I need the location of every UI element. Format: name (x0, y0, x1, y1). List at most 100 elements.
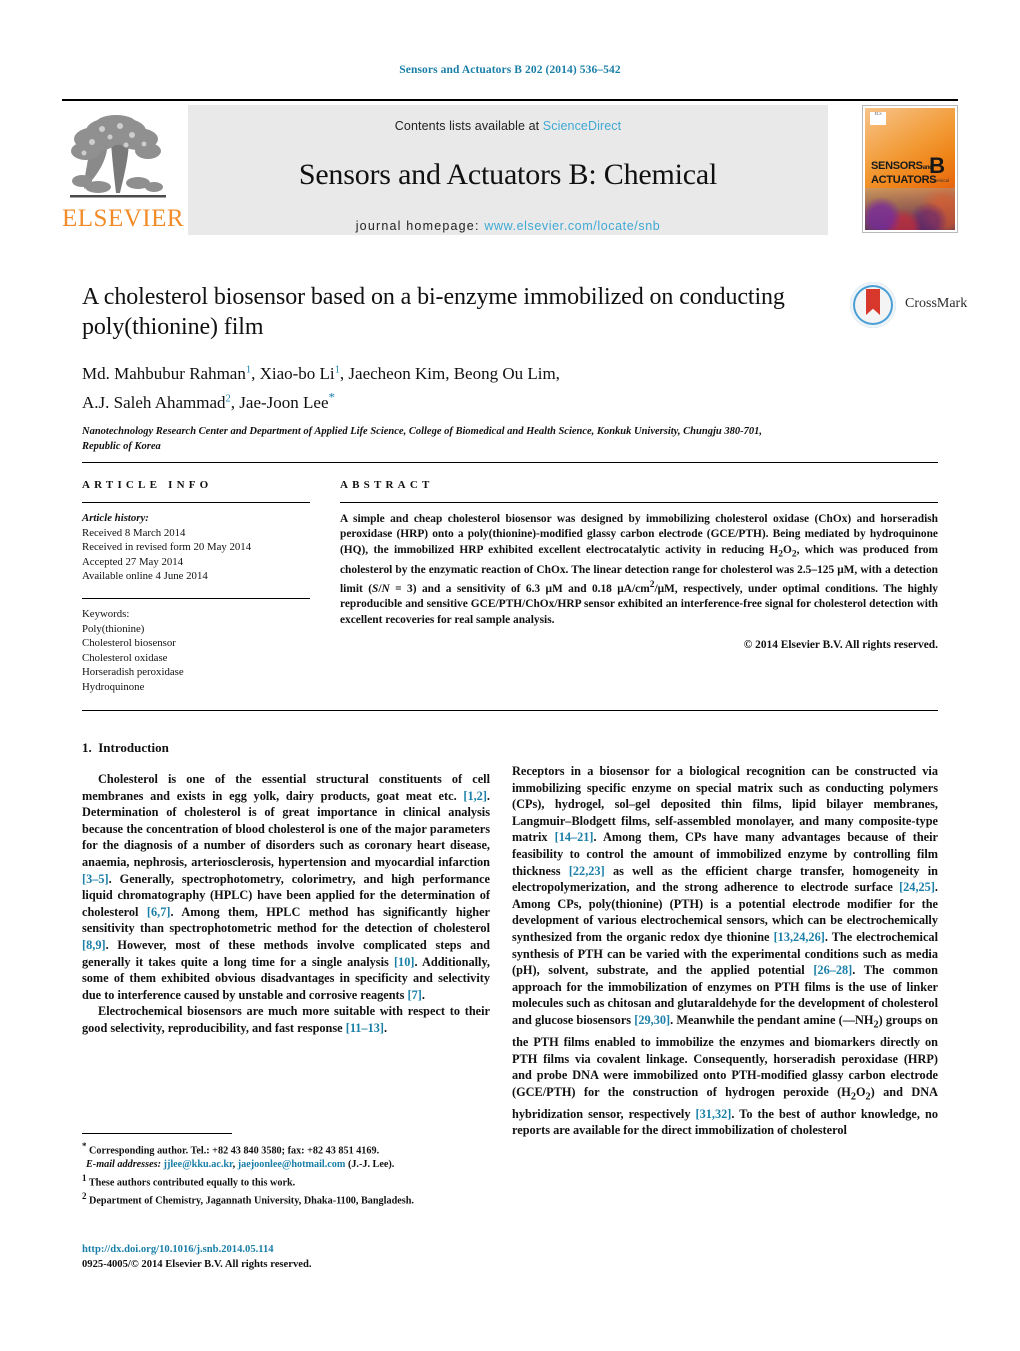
citation-14-21[interactable]: [14–21] (555, 830, 594, 844)
cover-journal-name: SENSORSand ACTUATORS (871, 160, 937, 186)
citation-22-23[interactable]: [22,23] (569, 864, 605, 878)
author-line-2: A.J. Saleh Ahammad2, Jae-Joon Lee* (82, 389, 336, 413)
citation-8-9[interactable]: [8,9] (82, 938, 106, 952)
article-info-heading: ARTICLE INFO (82, 479, 213, 491)
author-line-1: Md. Mahbubur Rahman1, Xiao-bo Li1, Jaech… (82, 364, 560, 383)
article-info-rule (82, 502, 310, 503)
keyword-4: Hydroquinone (82, 680, 145, 693)
author-name-ahammad: A.J. Saleh Ahammad (82, 393, 226, 413)
footnote-mark-star: * (82, 1141, 87, 1151)
author-rest-1: , Jaecheon Kim, Beong Ou Lim, (339, 363, 560, 383)
keywords-rule (82, 597, 310, 599)
section-title-text: Introduction (98, 740, 169, 755)
issn-copyright: 0925-4005/© 2014 Elsevier B.V. All right… (82, 1258, 312, 1270)
page-title: A cholesterol biosensor based on a bi-en… (82, 284, 785, 340)
email-link-2[interactable]: jaejoonlee@hotmail.com (238, 1159, 346, 1170)
citation-7[interactable]: [7] (408, 988, 422, 1002)
keyword-1: Cholesterol biosensor (82, 637, 176, 650)
contents-prefix: Contents lists available at (394, 119, 543, 133)
journal-article-page: Sensors and Actuators B 202 (2014) 536–5… (0, 0, 1020, 1351)
running-head: Sensors and Actuators B 202 (2014) 536–5… (399, 64, 621, 76)
cover-line2: ACTUATORS (871, 174, 937, 186)
email-link-1[interactable]: jjlee@kku.ac.kr (164, 1159, 233, 1170)
author-name-lee: , Jae-Joon Lee (230, 393, 329, 413)
article-info-column: ARTICLE INFO Article history: Received 8… (82, 479, 310, 695)
footnote-1-text: These authors contributed equally to thi… (88, 1176, 296, 1188)
crossmark-icon-inner (855, 287, 891, 323)
article-history-label: Article history: (82, 512, 149, 524)
doi-block: http://dx.doi.org/10.1016/j.snb.2014.05.… (82, 1243, 502, 1272)
citation-26-28[interactable]: [26–28] (813, 963, 852, 977)
citation-24-25[interactable]: [24,25] (899, 880, 935, 894)
footnote-emails: E-mail addresses: jjlee@kku.ac.kr, jaejo… (86, 1158, 395, 1170)
history-item-3: Available online 4 June 2014 (82, 570, 208, 583)
journal-cover-thumbnail: ELS SENSORSand ACTUATORS B Chemical (862, 105, 958, 233)
footnotes-block: * Corresponding author. Tel.: +82 43 840… (82, 1140, 492, 1208)
abstract-column: ABSTRACT A simple and cheap cholesterol … (340, 479, 938, 651)
abstract-heading: ABSTRACT (340, 479, 434, 491)
footnote-mark-2: 2 (82, 1190, 87, 1201)
keyword-3: Horseradish peroxidase (82, 666, 184, 679)
cover-artwork: ELS SENSORSand ACTUATORS B Chemical (865, 108, 955, 230)
email-addresses-label: E-mail addresses: (86, 1158, 161, 1170)
elsevier-logo: ELSEVIER (62, 109, 185, 233)
abstract-copyright: © 2014 Elsevier B.V. All rights reserved… (743, 638, 938, 651)
keywords-label: Keywords: (82, 607, 130, 620)
sciencedirect-link[interactable]: ScienceDirect (543, 119, 621, 133)
homepage-prefix: journal homepage: (355, 219, 485, 233)
footnote-corresponding-text: Corresponding author. Tel.: +82 43 840 3… (89, 1145, 380, 1157)
history-item-1: Received in revised form 20 May 2014 (82, 541, 252, 554)
homepage-url-link[interactable]: www.elsevier.com/locate/snb (484, 219, 660, 233)
author-sep-1: , Xiao-bo Li (251, 363, 335, 383)
journal-homepage-line: journal homepage: www.elsevier.com/locat… (188, 219, 828, 233)
cover-elsevier-badge-icon: ELS (870, 112, 886, 125)
corresponding-author-asterisk: * (328, 389, 336, 405)
citation-3-5[interactable]: [3–5] (82, 872, 109, 886)
citation-13-24-26[interactable]: [13,24,26] (774, 930, 825, 944)
intro-paragraph-3: Receptors in a biosensor for a biologica… (512, 764, 939, 1138)
abstract-rule (340, 502, 938, 503)
cover-volume-letter: B (929, 153, 945, 178)
footnote-corresponding: * Corresponding author. Tel.: +82 43 840… (82, 1140, 492, 1158)
intro-paragraph-1: Cholesterol is one of the essential stru… (82, 772, 490, 1002)
citation-10[interactable]: [10] (394, 955, 415, 969)
journal-title: Sensors and Actuators B: Chemical (298, 158, 718, 191)
citation-6-7[interactable]: [6,7] (147, 905, 171, 919)
body-column-left: 1. Introduction Cholesterol is one of th… (82, 740, 490, 1037)
crossmark-label: CrossMark (905, 296, 968, 311)
email-suffix: (J.-J. Lee). (347, 1158, 395, 1170)
crossmark-ribbon-icon (866, 289, 880, 315)
citation-1-2[interactable]: [1,2] (463, 789, 487, 803)
cover-volume-sub: Chemical (930, 178, 949, 183)
affiliation: Nanotechnology Research Center and Depar… (82, 426, 762, 452)
keywords-block: Keywords: Poly(thionine) Cholesterol bio… (82, 607, 310, 695)
tree-svg (70, 115, 166, 198)
footnote-rule (82, 1133, 232, 1134)
crossmark-badge[interactable]: CrossMark (848, 282, 967, 334)
citation-31-32[interactable]: [31,32] (696, 1107, 732, 1121)
cover-line1: SENSORS (871, 160, 923, 172)
author-name-rahman: Md. Mahbubur Rahman (82, 363, 246, 383)
footnote-mark-1: 1 (82, 1172, 87, 1183)
cover-bottom-art (865, 188, 955, 230)
elsevier-tree-icon (62, 109, 174, 205)
intro-paragraph-2: Electrochemical biosensors are much more… (82, 1004, 490, 1035)
section-number: 1. (82, 740, 92, 755)
contents-available-line: Contents lists available at ScienceDirec… (188, 105, 828, 133)
footnote-2-text: Department of Chemistry, Jagannath Unive… (89, 1194, 414, 1206)
keyword-2: Cholesterol oxidase (82, 651, 168, 664)
info-section-top-rule (82, 462, 938, 463)
footnote-1: 1 These authors contributed equally to t… (82, 1172, 492, 1190)
history-item-0: Received 8 March 2014 (82, 526, 186, 539)
crossmark-icon (850, 282, 896, 328)
section-heading-introduction: 1. Introduction (82, 740, 490, 756)
elsevier-wordmark: ELSEVIER (62, 205, 185, 232)
article-history: Article history: Received 8 March 2014 R… (82, 511, 310, 584)
doi-link[interactable]: http://dx.doi.org/10.1016/j.snb.2014.05.… (82, 1243, 502, 1258)
citation-29-30[interactable]: [29,30] (634, 1013, 670, 1027)
citation-11-13[interactable]: [11–13] (346, 1021, 384, 1035)
banner-center: Contents lists available at ScienceDirec… (188, 105, 828, 235)
body-column-right: Receptors in a biosensor for a biologica… (512, 763, 938, 1139)
keyword-0: Poly(thionine) (82, 622, 145, 635)
footnote-2: 2 Department of Chemistry, Jagannath Uni… (82, 1190, 492, 1208)
